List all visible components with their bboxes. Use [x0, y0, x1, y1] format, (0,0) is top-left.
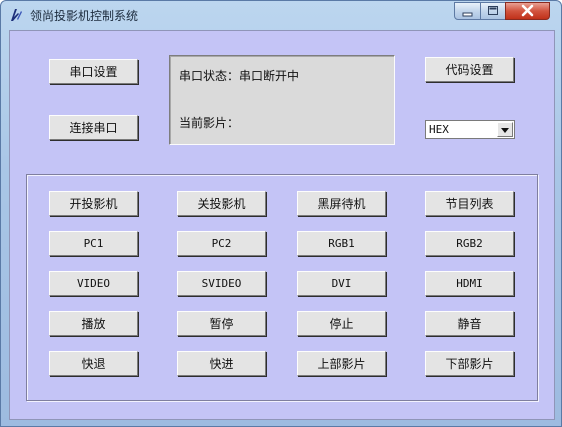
- maximize-icon: [488, 6, 498, 15]
- app-logo-icon: [11, 9, 22, 21]
- app-window: 领尚投影机控制系统 串口设置 连接串口 代码设置 串口状态：串口断开中 当前影片…: [0, 0, 562, 427]
- title-bar[interactable]: 领尚投影机控制系统: [1, 1, 561, 29]
- play-button[interactable]: 播放: [49, 311, 138, 336]
- pause-button[interactable]: 暂停: [177, 311, 266, 336]
- pc1-button[interactable]: PC1: [49, 231, 138, 256]
- connect-serial-button[interactable]: 连接串口: [49, 115, 138, 140]
- hdmi-button[interactable]: HDMI: [425, 271, 514, 296]
- code-format-value: HEX: [429, 123, 449, 136]
- code-settings-button[interactable]: 代码设置: [425, 57, 514, 82]
- mute-button[interactable]: 静音: [425, 311, 514, 336]
- window-title: 领尚投影机控制系统: [30, 9, 139, 23]
- close-button[interactable]: [505, 2, 550, 20]
- minimize-icon: [462, 12, 473, 17]
- chevron-down-icon[interactable]: [497, 122, 513, 137]
- maximize-button[interactable]: [480, 2, 506, 20]
- fast-forward-button[interactable]: 快进: [177, 351, 266, 376]
- program-list-button[interactable]: 节目列表: [425, 191, 514, 216]
- code-format-select[interactable]: HEX: [425, 120, 515, 139]
- stop-button[interactable]: 停止: [297, 311, 386, 336]
- current-film-text: 当前影片：: [179, 116, 240, 130]
- rgb2-button[interactable]: RGB2: [425, 231, 514, 256]
- rewind-button[interactable]: 快退: [49, 351, 138, 376]
- next-film-button[interactable]: 下部影片: [425, 351, 514, 376]
- close-icon: [521, 4, 534, 17]
- video-button[interactable]: VIDEO: [49, 271, 138, 296]
- dvi-button[interactable]: DVI: [297, 271, 386, 296]
- pc2-button[interactable]: PC2: [177, 231, 266, 256]
- previous-film-button[interactable]: 上部影片: [297, 351, 386, 376]
- rgb1-button[interactable]: RGB1: [297, 231, 386, 256]
- power-off-button[interactable]: 关投影机: [177, 191, 266, 216]
- minimize-button[interactable]: [454, 2, 481, 20]
- power-on-button[interactable]: 开投影机: [49, 191, 138, 216]
- blank-standby-button[interactable]: 黑屏待机: [297, 191, 386, 216]
- status-panel: 串口状态：串口断开中 当前影片：: [169, 55, 395, 145]
- serial-status-text: 串口状态：串口断开中: [179, 69, 300, 83]
- serial-settings-button[interactable]: 串口设置: [49, 59, 138, 84]
- svideo-button[interactable]: SVIDEO: [177, 271, 266, 296]
- client-area: 串口设置 连接串口 代码设置 串口状态：串口断开中 当前影片： HEX 开投影机…: [9, 30, 555, 420]
